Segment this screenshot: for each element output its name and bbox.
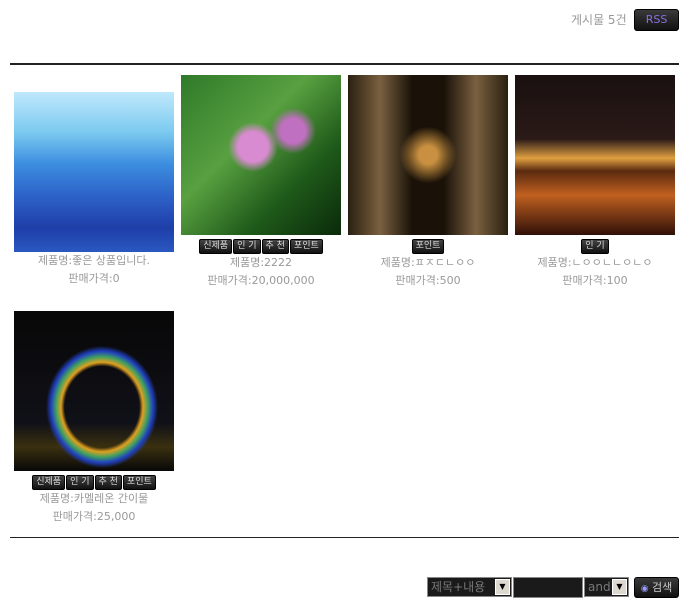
- product-price: 판매가격:20,000,000: [207, 274, 315, 287]
- chevron-down-icon[interactable]: ▼: [495, 579, 510, 595]
- product-name[interactable]: 제품명:2222: [181, 254, 341, 272]
- badge-point: 포인트: [411, 239, 445, 254]
- bottom-divider: [10, 537, 679, 538]
- operator-select[interactable]: and ▼: [584, 577, 629, 597]
- badge-point: 포인트: [122, 475, 156, 490]
- product-name[interactable]: 제품명:ㅍㅈㄷㄴㅇㅇ: [348, 254, 508, 272]
- badge-new: 신제품: [199, 239, 233, 254]
- bullet-icon: ◉: [640, 584, 649, 594]
- badge-popular: 인 기: [581, 239, 609, 254]
- product-item[interactable]: 포인트 제품명:ㅍㅈㄷㄴㅇㅇ 판매가격:500: [348, 75, 508, 290]
- badge-popular: 인 기: [233, 239, 261, 254]
- product-item[interactable]: 신제품 인 기추 천 포인트 제품명:카멜레온 간이물 판매가격:25,000: [14, 311, 174, 526]
- product-name[interactable]: 제품명:ㄴㅇㅇㄴㄴㅇㄴㅇ: [515, 254, 675, 272]
- badge-point: 포인트: [289, 239, 323, 254]
- product-price: 판매가격:0: [68, 272, 120, 285]
- badge-recommend: 추 천: [94, 475, 122, 490]
- search-field-select[interactable]: 제목+내용 ▼: [427, 577, 512, 597]
- product-price: 판매가격:100: [562, 274, 628, 287]
- rss-button[interactable]: RSS: [634, 9, 679, 31]
- product-image[interactable]: [348, 75, 508, 235]
- product-image[interactable]: [14, 92, 174, 252]
- product-image[interactable]: [515, 75, 675, 235]
- top-divider: [10, 63, 679, 65]
- product-price: 판매가격:500: [395, 274, 461, 287]
- search-button[interactable]: ◉ 검색: [634, 577, 679, 598]
- search-input[interactable]: [513, 577, 583, 598]
- product-name[interactable]: 제품명:좋은 상품입니다.: [14, 252, 174, 270]
- badge-new: 신제품: [32, 475, 66, 490]
- post-count: 게시물 5건: [571, 13, 627, 27]
- product-item[interactable]: 신제품 인 기추 천 포인트 제품명:2222 판매가격:20,000,000: [181, 75, 341, 290]
- product-image[interactable]: [14, 311, 174, 471]
- badge-popular: 인 기: [66, 475, 94, 490]
- chevron-down-icon[interactable]: ▼: [612, 579, 627, 595]
- search-button-label: 검색: [652, 581, 673, 594]
- search-field-value: 제목+내용: [431, 580, 486, 594]
- product-item[interactable]: 인 기 제품명:ㄴㅇㅇㄴㄴㅇㄴㅇ 판매가격:100: [515, 75, 675, 290]
- badge-recommend: 추 천: [261, 239, 289, 254]
- product-price: 판매가격:25,000: [52, 510, 136, 523]
- product-name[interactable]: 제품명:카멜레온 간이물: [14, 490, 174, 508]
- product-item[interactable]: 제품명:좋은 상품입니다. 판매가격:0: [14, 92, 174, 288]
- product-image[interactable]: [181, 75, 341, 235]
- operator-value: and: [588, 580, 611, 594]
